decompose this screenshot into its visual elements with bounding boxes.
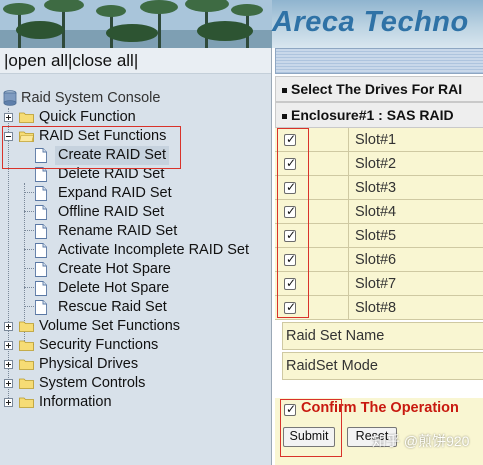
raid-set-mode-label: RaidSet Mode — [286, 358, 378, 374]
tree-item-label: Rename RAID Set — [58, 223, 178, 239]
slot-name: Slot#4 — [355, 204, 397, 220]
tree-item-volume-set-functions[interactable]: Volume Set Functions — [0, 317, 200, 336]
slot-name: Slot#1 — [355, 132, 397, 148]
tree-item-label: Rescue Raid Set — [58, 299, 167, 315]
raid-set-name-label: Raid Set Name — [286, 328, 385, 344]
navigation-panel: |open all|close all| Raid System Console — [0, 48, 271, 465]
document-icon — [35, 205, 47, 220]
slot-name: Slot#8 — [355, 300, 397, 316]
tree-item-label: Activate Incomplete RAID Set — [58, 242, 249, 258]
plus-expander-icon[interactable] — [4, 113, 13, 122]
tree-item-label: Create Hot Spare — [58, 261, 171, 277]
slot-name: Slot#5 — [355, 228, 397, 244]
plus-expander-icon[interactable] — [4, 322, 13, 331]
highlight-box — [2, 126, 181, 169]
close-all-link[interactable]: close all — [72, 51, 133, 70]
tree-root-label: Raid System Console — [21, 90, 161, 106]
plus-expander-icon[interactable] — [4, 360, 13, 369]
bullet-icon — [282, 113, 287, 119]
document-icon — [35, 186, 47, 201]
tree-item-label: Security Functions — [39, 337, 159, 353]
document-icon — [35, 300, 47, 315]
highlight-box — [277, 128, 309, 318]
tree-item-label: System Controls — [39, 375, 146, 391]
tree-item-physical-drives[interactable]: Physical Drives — [0, 355, 200, 374]
console-disk-icon — [3, 90, 17, 106]
document-icon — [35, 281, 47, 296]
tree-item-activate-incomplete-raid-set[interactable]: Activate Incomplete RAID Set — [0, 241, 268, 260]
main-content: Select The Drives For RAI Enclosure#1 : … — [271, 48, 483, 465]
bullet-icon — [282, 87, 287, 93]
tree-item-expand-raid-set[interactable]: Expand RAID Set — [0, 184, 180, 203]
tree-item-label: Physical Drives — [39, 356, 139, 372]
tree-item-offline-raid-set[interactable]: Offline RAID Set — [0, 203, 180, 222]
tree-item-label: Volume Set Functions — [39, 318, 181, 334]
document-icon — [35, 224, 47, 239]
slot-name: Slot#7 — [355, 276, 397, 292]
section-header-select-drives: Select The Drives For RAI — [275, 76, 483, 102]
folder-icon — [19, 321, 34, 332]
tree-root[interactable]: Raid System Console — [0, 89, 200, 108]
plus-expander-icon[interactable] — [4, 398, 13, 407]
open-close-bar: |open all|close all| — [0, 48, 271, 74]
folder-icon — [19, 112, 34, 123]
watermark-text: 知乎 @煎饼920 — [372, 433, 470, 449]
highlight-box — [280, 399, 342, 457]
content-top-bar — [275, 48, 483, 74]
open-all-link[interactable]: open all — [8, 51, 68, 70]
folder-icon — [19, 378, 34, 389]
slot-name: Slot#3 — [355, 180, 397, 196]
header-banner: Areca Techno — [0, 0, 483, 48]
tree-item-label: Delete Hot Spare — [58, 280, 170, 296]
tree-item-rescue-raid-set[interactable]: Rescue Raid Set — [0, 298, 180, 317]
tree-item-rename-raid-set[interactable]: Rename RAID Set — [0, 222, 180, 241]
tree-item-security-functions[interactable]: Security Functions — [0, 336, 200, 355]
plus-expander-icon[interactable] — [4, 341, 13, 350]
separator: | — [133, 51, 139, 70]
section-header-enclosure: Enclosure#1 : SAS RAID — [275, 102, 483, 128]
tree-item-quick-function[interactable]: Quick Function — [0, 108, 160, 127]
brand-title: Areca Techno — [272, 6, 469, 38]
folder-icon — [19, 397, 34, 408]
section-header-text: Select The Drives For RAI — [291, 81, 463, 97]
slot-name: Slot#2 — [355, 156, 397, 172]
document-icon — [35, 167, 47, 182]
tree-item-label: Offline RAID Set — [58, 204, 165, 220]
raid-set-name-field[interactable]: Raid Set Name — [282, 322, 483, 350]
document-icon — [35, 243, 47, 258]
tree-item-label: Expand RAID Set — [58, 185, 172, 201]
slot-name: Slot#6 — [355, 252, 397, 268]
tree-item-create-hot-spare[interactable]: Create Hot Spare — [0, 260, 180, 279]
tree-item-label: Information — [39, 394, 112, 410]
tree-item-system-controls[interactable]: System Controls — [0, 374, 200, 393]
raid-set-mode-field[interactable]: RaidSet Mode — [282, 352, 483, 380]
tree-item-delete-hot-spare[interactable]: Delete Hot Spare — [0, 279, 180, 298]
folder-icon — [19, 359, 34, 370]
palm-trees-banner-image — [0, 0, 272, 48]
tree-item-label: Quick Function — [39, 109, 136, 125]
plus-expander-icon[interactable] — [4, 379, 13, 388]
folder-icon — [19, 340, 34, 351]
tree-item-information[interactable]: Information — [0, 393, 200, 412]
document-icon — [35, 262, 47, 277]
section-header-text: Enclosure#1 : SAS RAID — [291, 107, 454, 123]
